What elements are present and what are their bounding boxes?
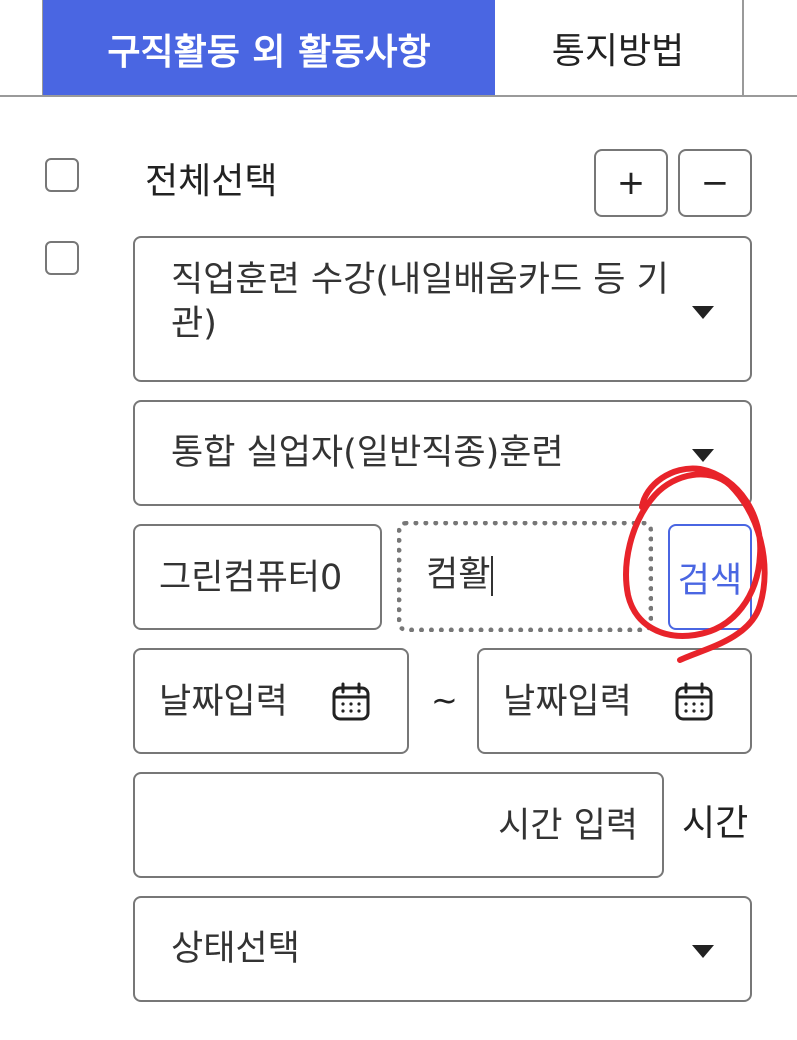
- chevron-down-icon: [692, 306, 714, 319]
- hours-input[interactable]: 시간 입력: [133, 772, 664, 878]
- activity-type-line2: 관): [171, 304, 217, 344]
- tab-notification-method[interactable]: 통지방법: [494, 0, 744, 96]
- annotation-circle: [623, 465, 768, 663]
- remove-button[interactable]: −: [678, 149, 752, 217]
- date-start-placeholder: 날짜입력: [159, 682, 288, 722]
- date-range-separator: ~: [431, 681, 458, 719]
- activity-type-line1: 직업훈련 수강(내일배움카드 등 기: [171, 260, 669, 300]
- plus-icon: +: [616, 163, 646, 203]
- institution-value: 그린컴퓨터0: [159, 558, 343, 598]
- text-cursor: [491, 556, 494, 596]
- add-button[interactable]: +: [594, 149, 668, 217]
- activity-type-select[interactable]: 직업훈련 수강(내일배움카드 등 기 관): [133, 236, 752, 382]
- select-all-checkbox[interactable]: [45, 158, 79, 192]
- tab-label: 구직활동 외 활동사항: [107, 31, 431, 73]
- hours-unit-label: 시간: [682, 803, 749, 844]
- date-end-placeholder: 날짜입력: [503, 682, 632, 722]
- row-checkbox[interactable]: [45, 241, 79, 275]
- date-start-input[interactable]: 날짜입력: [133, 648, 409, 754]
- calendar-icon[interactable]: [331, 682, 371, 722]
- calendar-icon[interactable]: [674, 682, 714, 722]
- course-search-text: 컴활: [426, 555, 491, 595]
- tab-divider: [0, 95, 797, 97]
- chevron-down-icon: [692, 945, 714, 958]
- status-value: 상태선택: [171, 929, 300, 969]
- hours-placeholder: 시간 입력: [498, 806, 638, 846]
- select-all-label: 전체선택: [145, 161, 278, 202]
- tab-other-activities[interactable]: 구직활동 외 활동사항: [43, 0, 495, 97]
- status-select[interactable]: 상태선택: [133, 896, 752, 1002]
- tab-edge: [0, 0, 44, 96]
- institution-field[interactable]: 그린컴퓨터0: [133, 524, 382, 630]
- tab-label: 통지방법: [551, 31, 685, 72]
- minus-icon: −: [700, 163, 730, 203]
